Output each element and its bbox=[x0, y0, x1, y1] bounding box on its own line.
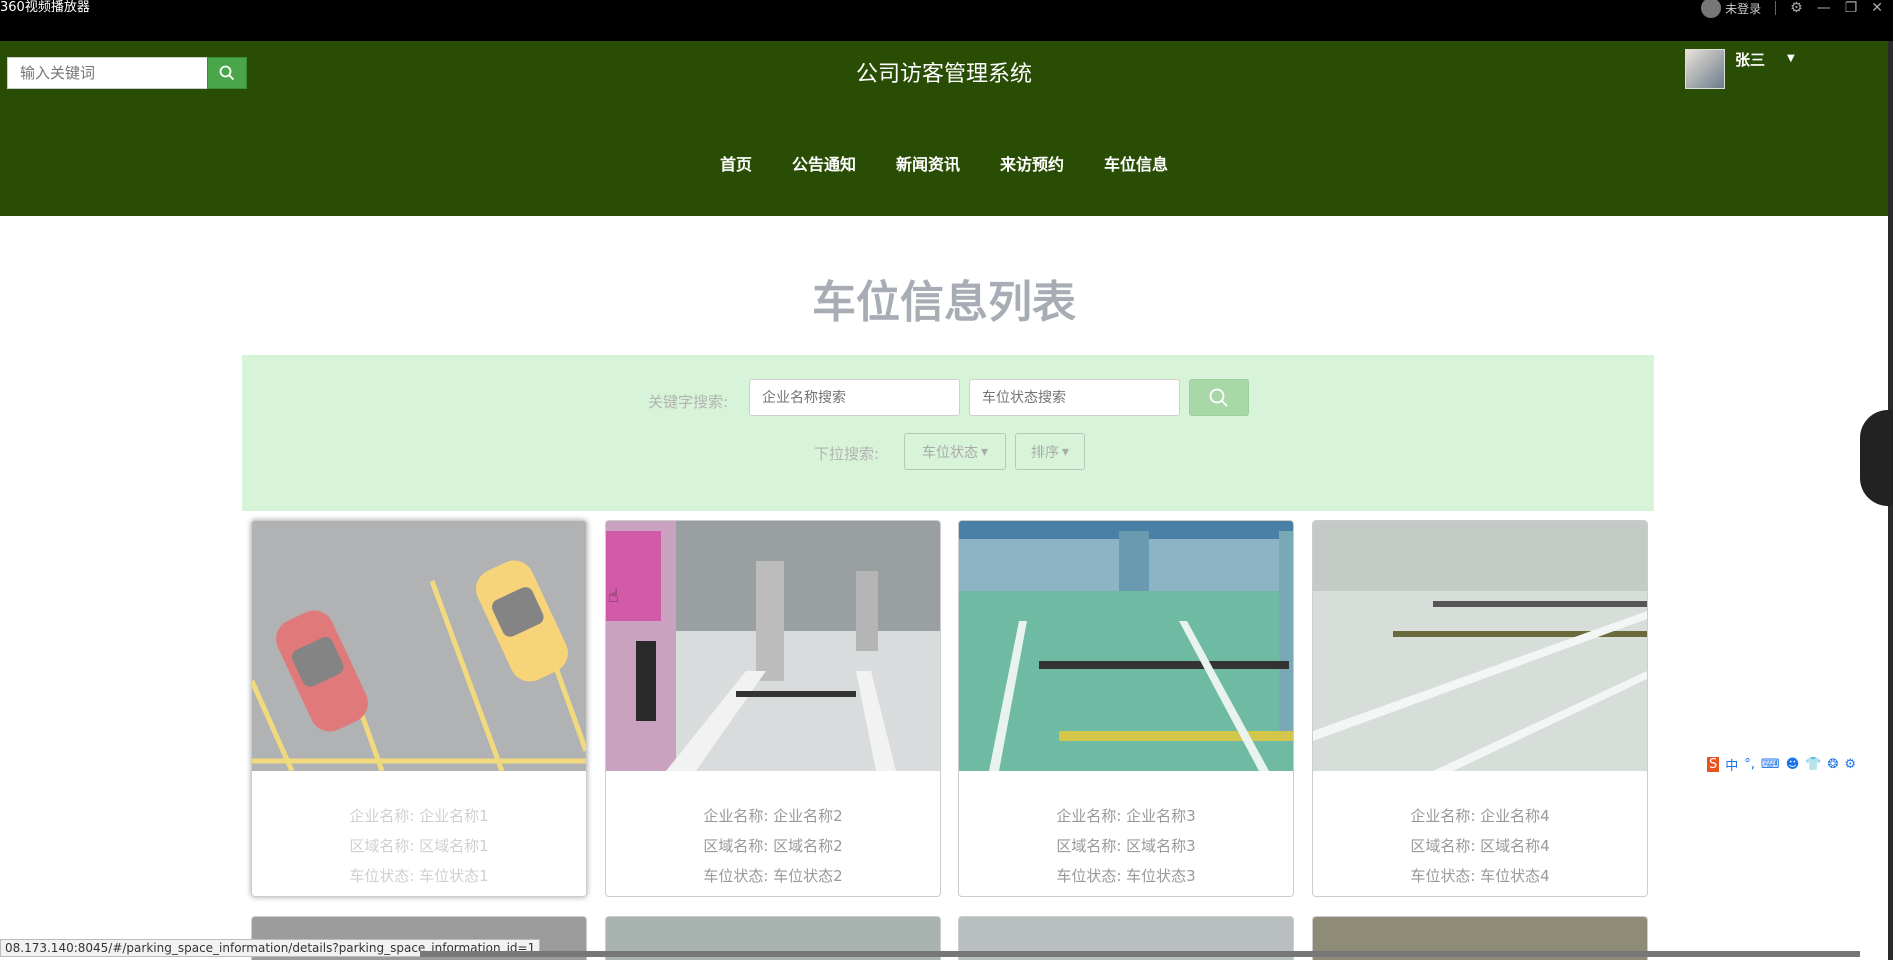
parking-card[interactable]: 企业名称: 企业名称2 区域名称: 区域名称2 车位状态: 车位状态2 bbox=[605, 520, 941, 897]
dropdown-search-label: 下拉搜索: bbox=[814, 445, 880, 463]
punctuation-icon[interactable]: °, bbox=[1744, 757, 1755, 772]
card-company: 企业名称: 企业名称3 bbox=[1056, 807, 1196, 825]
skin-icon[interactable]: 👕 bbox=[1805, 757, 1821, 772]
side-panel-toggle[interactable] bbox=[1860, 410, 1893, 506]
parking-card[interactable]: 企业名称: 企业名称3 区域名称: 区域名称3 车位状态: 车位状态3 bbox=[958, 520, 1294, 897]
card-company: 企业名称: 企业名称1 bbox=[349, 807, 489, 825]
site-title: 公司访客管理系统 bbox=[855, 62, 1032, 87]
card-area: 区域名称: 区域名称3 bbox=[1056, 837, 1196, 855]
user-menu[interactable]: 张三 ▼ bbox=[1685, 49, 1795, 89]
player-login[interactable]: 未登录 bbox=[1701, 0, 1761, 18]
keyword-search-label: 关键字搜索: bbox=[648, 393, 729, 411]
card-status: 车位状态: 车位状态2 bbox=[703, 867, 843, 885]
card-info: 企业名称: 企业名称1 区域名称: 区域名称1 车位状态: 车位状态1 bbox=[252, 801, 586, 891]
card-company: 企业名称: 企业名称4 bbox=[1410, 807, 1550, 825]
search-icon bbox=[1209, 388, 1228, 407]
tools-icon[interactable]: ❂ bbox=[1827, 757, 1838, 772]
restore-icon[interactable]: ❐ bbox=[1845, 0, 1858, 16]
parking-card[interactable]: 企业名称: 企业名称1 区域名称: 区域名称1 车位状态: 车位状态1 bbox=[251, 520, 587, 897]
card-area: 区域名称: 区域名称4 bbox=[1410, 837, 1550, 855]
nav-parking-info[interactable]: 车位信息 bbox=[1104, 151, 1168, 175]
nav-home[interactable]: 首页 bbox=[720, 151, 752, 175]
ime-mode[interactable]: 中 bbox=[1725, 755, 1738, 774]
chevron-down-icon[interactable]: ▼ bbox=[1787, 53, 1795, 64]
parking-card[interactable]: 企业名称: 企业名称4 区域名称: 区域名称4 车位状态: 车位状态4 bbox=[1312, 520, 1648, 897]
divider bbox=[1775, 1, 1777, 15]
caret-down-icon: ▾ bbox=[1061, 443, 1070, 460]
avatar[interactable] bbox=[1685, 49, 1725, 89]
nav-notices[interactable]: 公告通知 bbox=[792, 151, 856, 175]
minimize-icon[interactable]: — bbox=[1817, 0, 1831, 16]
web-viewport: 公司访客管理系统 张三 ▼ 首页 公告通知 新闻资讯 来访预约 车位信息 车位信… bbox=[0, 41, 1893, 960]
caret-down-icon: ▾ bbox=[980, 443, 989, 460]
settings-icon[interactable]: ⚙ bbox=[1790, 0, 1803, 16]
player-controls: 未登录 ⚙ — ❐ ✕ bbox=[1701, 0, 1883, 18]
filter-panel: 关键字搜索: 下拉搜索: 车位状态▾ 排序▾ bbox=[242, 355, 1654, 511]
player-title-bar: 360视频播放器 未登录 ⚙ — ❐ ✕ bbox=[0, 0, 1893, 26]
green-parking-floor-image bbox=[959, 521, 1293, 771]
nav-news[interactable]: 新闻资讯 bbox=[896, 151, 960, 175]
card-area: 区域名称: 区域名称1 bbox=[349, 837, 489, 855]
status-search-input[interactable] bbox=[969, 379, 1180, 416]
parking-lot-image bbox=[252, 521, 586, 771]
user-icon[interactable]: ☻ bbox=[1786, 757, 1800, 772]
sort-dropdown-label: 排序 bbox=[1030, 444, 1059, 461]
settings-icon[interactable]: ⚙ bbox=[1844, 757, 1856, 772]
nav-visit-booking[interactable]: 来访预约 bbox=[1000, 151, 1064, 175]
underground-parking-image bbox=[1313, 521, 1647, 771]
player-title: 360视频播放器 bbox=[0, 0, 90, 15]
keyboard-icon[interactable]: ⌨ bbox=[1761, 757, 1780, 772]
login-label: 未登录 bbox=[1725, 1, 1762, 16]
status-dropdown[interactable]: 车位状态 ▾ bbox=[904, 433, 1006, 470]
main-nav: 首页 公告通知 新闻资讯 来访预约 车位信息 bbox=[0, 151, 1888, 175]
close-icon[interactable]: ✕ bbox=[1871, 0, 1883, 16]
site-header: 公司访客管理系统 张三 ▼ 首页 公告通知 新闻资讯 来访预约 车位信息 bbox=[0, 41, 1888, 216]
user-name[interactable]: 张三 bbox=[1735, 49, 1765, 70]
card-status: 车位状态: 车位状态4 bbox=[1410, 867, 1550, 885]
page-title: 车位信息列表 bbox=[812, 277, 1076, 328]
card-info: 企业名称: 企业名称2 区域名称: 区域名称2 车位状态: 车位状态2 bbox=[606, 801, 940, 891]
card-status: 车位状态: 车位状态1 bbox=[349, 867, 489, 885]
card-info: 企业名称: 企业名称4 区域名称: 区域名称4 车位状态: 车位状态4 bbox=[1313, 801, 1647, 891]
parking-garage-image bbox=[606, 521, 940, 771]
user-icon bbox=[1701, 0, 1722, 18]
horizontal-scrollbar[interactable] bbox=[420, 951, 1860, 957]
status-dropdown-label: 车位状态 bbox=[921, 444, 978, 461]
card-info: 企业名称: 企业名称3 区域名称: 区域名称3 车位状态: 车位状态3 bbox=[959, 801, 1293, 891]
sort-dropdown[interactable]: 排序 ▾ bbox=[1015, 433, 1085, 470]
ime-logo-icon[interactable]: S bbox=[1707, 756, 1720, 772]
card-status: 车位状态: 车位状态3 bbox=[1056, 867, 1196, 885]
hand-cursor-icon: ☝ bbox=[608, 586, 619, 607]
ime-toolbar: S 中 °, ⌨ ☻ 👕 ❂ ⚙ bbox=[1703, 754, 1860, 774]
card-area: 区域名称: 区域名称2 bbox=[703, 837, 843, 855]
company-search-input[interactable] bbox=[749, 379, 960, 416]
filter-search-button[interactable] bbox=[1189, 379, 1249, 416]
card-company: 企业名称: 企业名称2 bbox=[703, 807, 843, 825]
